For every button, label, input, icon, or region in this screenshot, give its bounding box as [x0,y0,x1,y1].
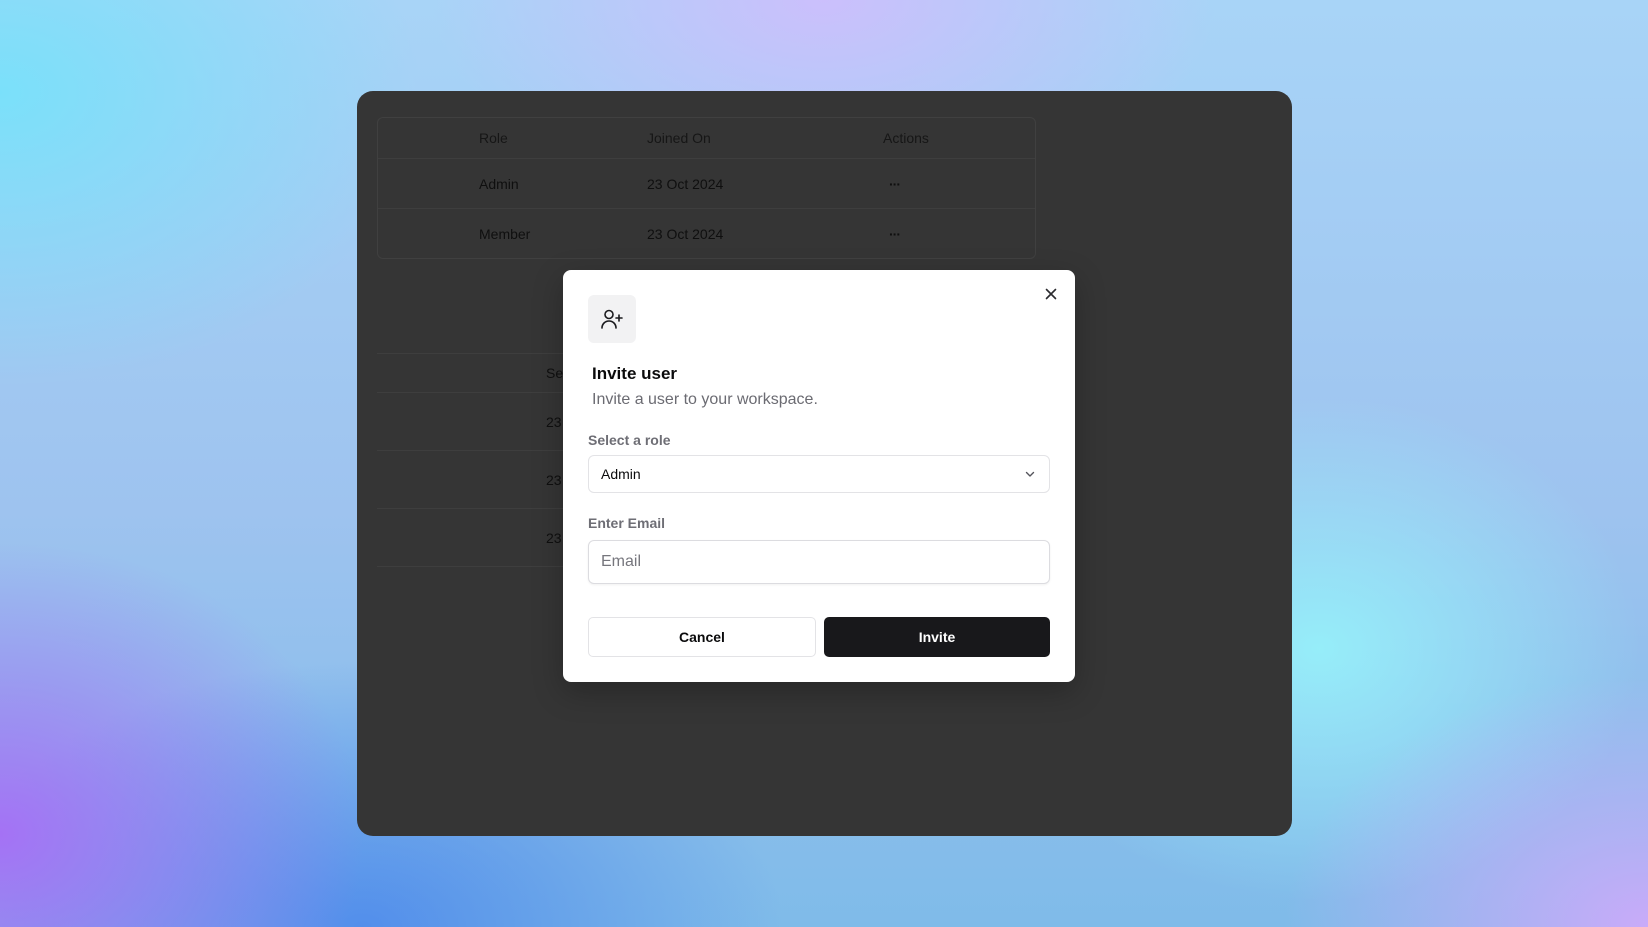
close-icon [1045,288,1057,300]
table-row: Member 23 Oct 2024 ··· [378,209,1035,258]
joined-cell: 23 Oct 2024 [647,175,724,192]
column-header-joined: Joined On [647,130,711,146]
chevron-down-icon [1025,471,1035,477]
email-input[interactable] [588,540,1050,584]
more-actions-icon: ··· [889,175,901,192]
column-header-role: Role [479,130,508,146]
email-label: Enter Email [588,515,666,531]
members-table: Role Joined On Actions Admin 23 Oct 2024… [377,117,1036,259]
invite-button[interactable]: Invite [824,617,1050,657]
more-actions-icon: ··· [889,225,901,242]
invite-user-dialog: Invite user Invite a user to your worksp… [563,270,1075,682]
close-button[interactable] [1041,284,1061,304]
dialog-title: Invite user [592,364,678,383]
table-header-row: Role Joined On Actions [378,118,1035,159]
date-cell: 23 [546,471,562,488]
dialog-subtitle: Invite a user to your workspace. [592,391,818,408]
role-cell: Admin [479,175,519,192]
table-row: Admin 23 Oct 2024 ··· [378,159,1035,209]
date-cell: 23 [546,413,562,430]
column-header-actions: Actions [883,130,929,146]
role-label: Select a role [588,432,671,448]
user-plus-icon [601,309,623,329]
column-header: Se [546,365,564,381]
role-cell: Member [479,225,531,242]
role-select-value: Admin [601,466,641,482]
role-select[interactable]: Admin [588,455,1050,493]
user-plus-icon-tile [588,295,636,343]
cancel-button[interactable]: Cancel [588,617,816,657]
joined-cell: 23 Oct 2024 [647,225,724,242]
date-cell: 23 [546,529,562,546]
